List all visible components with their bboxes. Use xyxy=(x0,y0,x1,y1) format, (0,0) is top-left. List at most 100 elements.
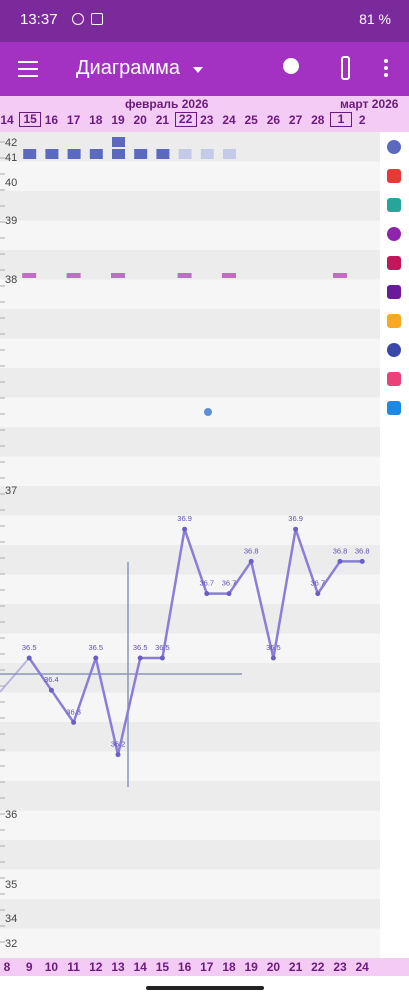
bottom-day-label: 16 xyxy=(177,960,192,974)
day-label: 21 xyxy=(155,113,170,127)
rings-icon[interactable] xyxy=(387,227,401,241)
bottom-date-axis: 8 9 10 11 12 13 14 15 16 17 18 19 20 21 22 23 24 xyxy=(0,958,409,976)
splash-icon[interactable] xyxy=(387,198,401,212)
mucus-marker xyxy=(111,273,125,278)
temperature-point xyxy=(315,591,321,597)
chart-band xyxy=(0,161,380,191)
temperature-value-label: 36.7 xyxy=(222,579,237,588)
chart-band xyxy=(0,309,380,339)
status-time: 13:37 xyxy=(20,11,58,28)
temperature-point xyxy=(226,591,232,597)
bottom-day-label: 15 xyxy=(155,960,170,974)
y-tick-label: 42 xyxy=(5,137,17,149)
lipstick-icon[interactable] xyxy=(387,372,401,386)
more-options-icon[interactable] xyxy=(384,59,388,80)
temperature-point xyxy=(204,591,210,597)
bottom-day-label: 20 xyxy=(266,960,281,974)
temperature-value-label: 36.7 xyxy=(310,579,325,588)
thermometer-icon[interactable] xyxy=(341,56,350,80)
temperature-point xyxy=(26,655,32,661)
temperature-value-label: 36.9 xyxy=(177,514,192,523)
temperature-point xyxy=(248,558,254,564)
chart-band xyxy=(0,722,380,752)
app-bar: Диаграмма xyxy=(0,42,409,96)
day-label: 20 xyxy=(133,113,147,127)
day-label: 25 xyxy=(244,113,258,127)
bottom-day-label: 8 xyxy=(3,960,11,974)
lightbulb-icon[interactable] xyxy=(283,58,299,74)
temperature-value-label: 36.5 xyxy=(155,643,170,652)
temperature-point xyxy=(159,655,165,661)
temperature-value-label: 36.5 xyxy=(266,643,281,652)
temperature-value-label: 36.5 xyxy=(133,643,148,652)
day-label: 28 xyxy=(311,113,325,127)
bleeding-marker xyxy=(156,149,170,159)
leaf-icon[interactable] xyxy=(387,285,401,299)
month-label-feb: февраль 2026 xyxy=(125,97,209,111)
day-label: 23 xyxy=(200,113,214,127)
temperature-point xyxy=(115,752,121,758)
bleeding-marker xyxy=(45,149,59,159)
temperature-value-label: 36.2 xyxy=(111,740,126,749)
day-label: 19 xyxy=(111,113,125,127)
menu-icon[interactable] xyxy=(18,61,38,77)
temperature-point xyxy=(359,558,365,564)
bleeding-marker xyxy=(178,149,192,159)
chart-band xyxy=(0,869,380,899)
day-label: 2 xyxy=(358,113,366,127)
y-tick-label: 38 xyxy=(5,274,17,286)
temperature-value-label: 36.8 xyxy=(333,546,348,555)
temperature-point xyxy=(270,655,276,661)
legend-sidebar xyxy=(380,132,409,958)
bottom-day-label: 11 xyxy=(67,960,80,974)
date-header: февраль 2026 март 2026 14 15 16 17 18 19 20 21 2… xyxy=(0,96,409,132)
basketball-icon xyxy=(72,13,84,25)
mucus-marker xyxy=(222,273,236,278)
bleeding-marker xyxy=(89,149,103,159)
chart-band xyxy=(0,456,380,486)
smiley-icon[interactable] xyxy=(387,343,401,357)
heart-icon[interactable] xyxy=(387,256,401,270)
mucus-marker xyxy=(66,273,81,278)
day-label: 16 xyxy=(44,113,59,127)
document-icon[interactable] xyxy=(387,401,401,415)
observation-dot xyxy=(204,408,212,416)
bleeding-marker xyxy=(67,149,81,159)
month-label-mar: март 2026 xyxy=(340,97,399,111)
chart-band xyxy=(0,928,380,958)
gesture-handle[interactable] xyxy=(146,986,264,990)
chart-band xyxy=(0,633,380,663)
bottom-day-label: 13 xyxy=(111,960,125,974)
bottom-day-label: 24 xyxy=(355,960,369,974)
mucus-marker xyxy=(177,273,192,278)
bottom-day-label: 22 xyxy=(311,960,325,974)
day-label: 22 xyxy=(174,112,197,127)
temperature-chart[interactable]: 42 41 40 39 38 37 36 35 34 32 36.5 36.4 36.3 36.5 36.2… xyxy=(0,132,409,958)
chevron-down-icon[interactable] xyxy=(193,67,203,73)
day-label: 15 xyxy=(19,112,42,127)
bleeding-marker xyxy=(200,149,214,159)
chart-band xyxy=(0,368,380,398)
chart-band xyxy=(0,810,380,840)
bottom-day-label: 17 xyxy=(200,960,214,974)
pill-icon[interactable] xyxy=(387,314,401,328)
flower-icon[interactable] xyxy=(387,140,401,154)
bottom-day-label: 9 xyxy=(25,960,33,974)
temperature-point xyxy=(293,526,299,532)
bottom-day-label: 23 xyxy=(333,960,347,974)
bottom-day-label: 19 xyxy=(244,960,258,974)
temperature-value-label: 36.8 xyxy=(355,546,370,555)
y-tick-label: 34 xyxy=(5,913,17,925)
screen-title[interactable]: Диаграмма xyxy=(76,57,180,80)
bottom-day-label: 12 xyxy=(89,960,103,974)
copy-icon xyxy=(91,13,103,25)
y-tick-label: 32 xyxy=(5,938,17,950)
chart-band xyxy=(0,899,380,929)
chart-band xyxy=(0,397,380,427)
navigation-bar xyxy=(0,976,409,1000)
bleeding-marker xyxy=(112,149,125,159)
temperature-value-label: 36.9 xyxy=(288,514,303,523)
drop-icon[interactable] xyxy=(387,169,401,183)
temperature-value-label: 36.5 xyxy=(88,643,103,652)
chart-band xyxy=(0,840,380,870)
